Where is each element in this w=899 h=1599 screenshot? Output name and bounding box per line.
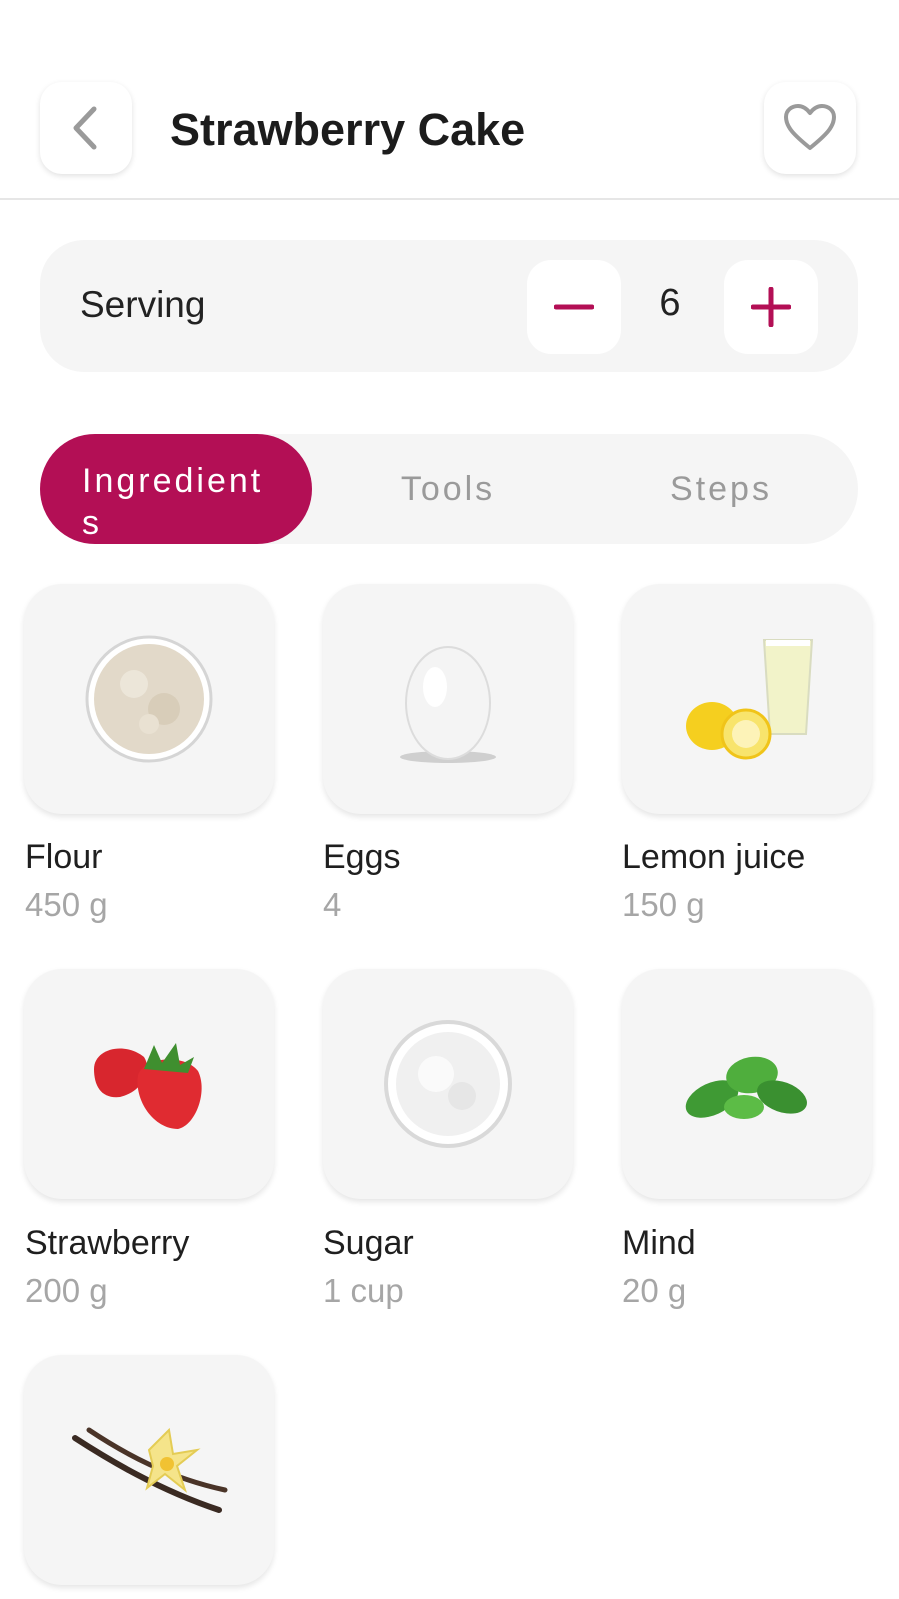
tab-steps[interactable]: Steps	[585, 434, 857, 544]
egg-image	[400, 646, 496, 763]
ingredient-card-strawberry[interactable]	[24, 969, 274, 1199]
tab-ingredients[interactable]: Ingredients	[40, 434, 312, 544]
chevron-left-icon	[73, 106, 97, 150]
ingredient-card-vanilla[interactable]	[24, 1355, 274, 1585]
strawberry-image	[94, 1043, 202, 1129]
ingredient-card-lemon-juice[interactable]	[622, 584, 872, 814]
ingredient-quantity: 20 g	[622, 1272, 687, 1309]
ingredient-quantity: 1 cup	[323, 1272, 404, 1309]
lemon-juice-image	[686, 639, 814, 760]
ingredient-name: Mind	[622, 1224, 696, 1262]
ingredient-quantity: 4	[323, 886, 342, 923]
ingredient-quantity: 150 g	[622, 886, 705, 923]
ingredient-card-flour[interactable]	[24, 584, 274, 814]
page-title: Strawberry Cake	[170, 104, 526, 155]
serving-count: 6	[659, 282, 681, 324]
ingredient-name: Sugar	[323, 1224, 414, 1262]
decrease-serving-button[interactable]	[527, 260, 621, 354]
recipe-tabs: Ingredients Tools Steps	[40, 434, 858, 544]
minus-icon	[554, 304, 594, 310]
back-button[interactable]	[40, 82, 132, 174]
serving-stepper: Serving 6	[40, 240, 858, 372]
heart-outline-icon	[784, 104, 836, 150]
ingredient-quantity: 200 g	[25, 1272, 108, 1309]
vanilla-image	[72, 1427, 228, 1513]
ingredient-name: Eggs	[323, 838, 401, 876]
ingredient-name: Flour	[25, 838, 103, 876]
ingredient-name: Strawberry	[25, 1224, 190, 1262]
plus-icon	[751, 287, 791, 327]
serving-label: Serving	[80, 284, 206, 325]
sugar-bowl-image	[384, 1020, 512, 1148]
flour-bowl-image	[85, 635, 213, 763]
ingredient-quantity: 450 g	[25, 886, 108, 923]
increase-serving-button[interactable]	[724, 260, 818, 354]
ingredient-name: Lemon juice	[622, 838, 806, 876]
mint-leaves-image	[685, 1056, 807, 1119]
tab-ingredients-label: Ingredients	[82, 462, 264, 542]
ingredient-card-eggs[interactable]	[323, 584, 573, 814]
ingredient-card-mint[interactable]	[622, 969, 872, 1199]
tab-tools[interactable]: Tools	[312, 434, 584, 544]
app-header: Strawberry Cake	[0, 0, 899, 200]
favorite-button[interactable]	[764, 82, 856, 174]
ingredient-card-sugar[interactable]	[323, 969, 573, 1199]
